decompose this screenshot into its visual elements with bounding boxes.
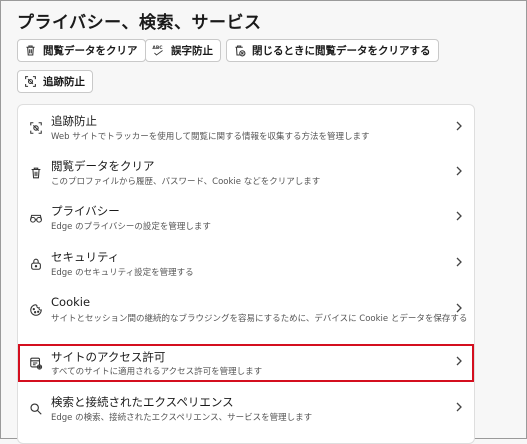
typo-prevention-label: 誤字防止	[171, 45, 213, 57]
chevron-right-icon	[454, 254, 464, 268]
cookie-icon	[29, 302, 43, 316]
tracking-prevention-button[interactable]: 追跡防止	[17, 70, 93, 93]
search-icon	[29, 401, 43, 415]
setting-description: このプロファイルから履歴、パスワード、Cookie などをクリアします	[51, 177, 321, 187]
setting-row-search-services[interactable]: 検索と接続されたエクスペリエンス Edge の検索、接続されたエクスペリエンス、…	[18, 387, 474, 433]
setting-row-clear-browsing-data[interactable]: 閲覧データをクリア このプロファイルから履歴、パスワード、Cookie などをク…	[18, 151, 474, 197]
page-title: プライバシー、検索、サービス	[17, 13, 262, 33]
setting-title: Cookie	[51, 295, 91, 309]
setting-description: Edge のプライバシーの設定を管理します	[51, 222, 211, 232]
setting-row-tracking-prevention[interactable]: 追跡防止 Web サイトでトラッカーを使用して閲覧に関する情報を収集する方法を管…	[18, 106, 474, 152]
setting-row-security[interactable]: セキュリティ Edge のセキュリティ設定を管理する	[18, 242, 474, 288]
tracking-prevention-icon	[24, 75, 37, 88]
svg-text:ABC: ABC	[152, 45, 162, 51]
setting-description: Edge のセキュリティ設定を管理する	[51, 268, 194, 278]
tracking-prevention-label: 追跡防止	[43, 76, 85, 88]
setting-title: 検索と接続されたエクスペリエンス	[51, 395, 234, 409]
lock-icon	[29, 256, 43, 270]
chevron-right-icon	[454, 208, 464, 222]
clear-browsing-data-button[interactable]: 閲覧データをクリア	[17, 39, 146, 62]
highlight-box	[18, 344, 474, 382]
setting-title: 追跡防止	[51, 114, 97, 128]
setting-title: プライバシー	[51, 204, 120, 218]
chevron-right-icon	[454, 118, 464, 132]
trash-icon	[29, 165, 43, 179]
chevron-right-icon	[454, 399, 464, 413]
settings-list: 追跡防止 Web サイトでトラッカーを使用して閲覧に関する情報を収集する方法を管…	[17, 104, 475, 444]
setting-row-cookie[interactable]: Cookie サイトとセッション間の継続的なブラウジングを容易にするために、デバ…	[18, 288, 474, 334]
setting-description: Web サイトでトラッカーを使用して閲覧に関する情報を収集する方法を管理します	[51, 132, 370, 142]
clear-on-close-icon	[233, 44, 246, 57]
chevron-right-icon	[454, 300, 464, 314]
clear-on-close-label: 閉じるときに閲覧データをクリアする	[252, 45, 431, 57]
clear-browsing-data-label: 閲覧データをクリア	[43, 45, 138, 57]
trash-icon	[24, 44, 37, 57]
spellcheck-icon: ABC	[152, 44, 165, 57]
setting-description: Edge の検索、接続されたエクスペリエンス、サービスを管理します	[51, 413, 313, 423]
clear-on-close-button[interactable]: 閉じるときに閲覧データをクリアする	[226, 39, 439, 62]
setting-description: サイトとセッション間の継続的なブラウジングを容易にするために、デバイスに Coo…	[51, 314, 468, 324]
typo-prevention-button[interactable]: ABC 誤字防止	[145, 39, 221, 62]
setting-title: セキュリティ	[51, 250, 120, 264]
setting-row-privacy[interactable]: プライバシー Edge のプライバシーの設定を管理します	[18, 196, 474, 242]
chevron-right-icon	[454, 163, 464, 177]
glasses-icon	[29, 210, 43, 224]
setting-title: 閲覧データをクリア	[51, 159, 155, 173]
tracking-prevention-icon	[29, 120, 43, 134]
